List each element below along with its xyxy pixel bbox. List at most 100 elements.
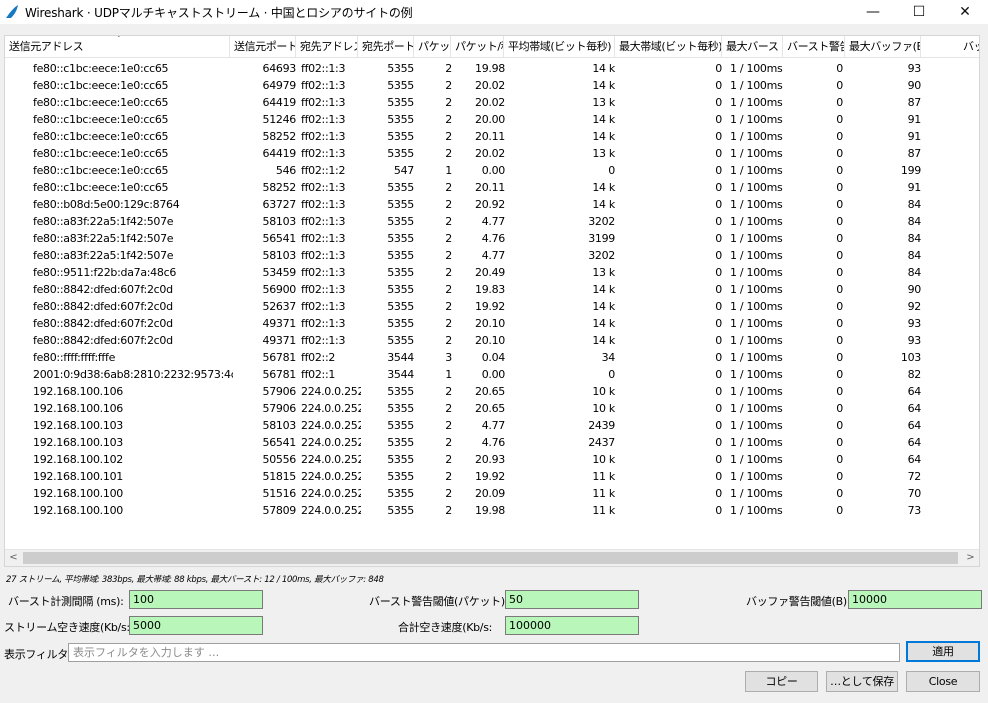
table-row[interactable]: fe80::9511:f22b:da7a:48c6 53459 ff02::1:3 5… bbox=[5, 264, 979, 281]
scrollbar-thumb[interactable] bbox=[23, 552, 958, 564]
table-row[interactable]: 192.168.100.101 51815 224.0.0.252 5355 2 19.9… bbox=[5, 468, 979, 485]
cell-packets-per-sec: 0.04 bbox=[481, 351, 505, 364]
table-row[interactable]: fe80::8842:dfed:607f:2c0d 52637 ff02::1:3 5… bbox=[5, 298, 979, 315]
cell-packets-per-sec: 4.76 bbox=[481, 436, 505, 449]
table-row[interactable]: 192.168.100.106 57906 224.0.0.252 5355 2 20.6… bbox=[5, 400, 979, 417]
cell-burst-alarms: 0 bbox=[836, 351, 843, 364]
cell-src-port: 52637 bbox=[262, 300, 297, 313]
cell-dst-port: 5355 bbox=[387, 181, 414, 194]
streams-summary: 27 ストリーム, 平均帯域: 383bps, 最大帯域: 88 kbps, 最… bbox=[6, 575, 384, 585]
cell-src-address: fe80::9511:f22b:da7a:48c6 bbox=[33, 266, 177, 279]
cell-src-port: 58252 bbox=[262, 130, 297, 143]
close-window-button[interactable]: ✕ bbox=[942, 0, 988, 24]
title-bar: Wireshark · UDPマルチキャストストリーム · 中国とロシアのサイト… bbox=[0, 0, 988, 24]
cell-max-burst: 1 / 100ms bbox=[730, 385, 783, 398]
save-as-button[interactable]: …として保存 bbox=[826, 671, 898, 692]
display-filter-input[interactable]: 表示フィルタを入力します … bbox=[68, 643, 900, 662]
streams-table[interactable]: 送信元アドレス ⌄ 送信元ポート 宛先アドレス 宛先ポート パケット パケット/… bbox=[4, 35, 980, 567]
cell-burst-alarms: 0 bbox=[836, 249, 843, 262]
cell-avg-bw: 13 k bbox=[592, 96, 615, 109]
table-row[interactable]: 192.168.100.103 56541 224.0.0.252 5355 2 4.76… bbox=[5, 434, 979, 451]
cell-src-address: fe80::c1bc:eece:1e0:cc65 bbox=[33, 113, 169, 126]
table-row[interactable]: 192.168.100.106 57906 224.0.0.252 5355 2 20.6… bbox=[5, 383, 979, 400]
cell-dst-port: 5355 bbox=[387, 334, 414, 347]
table-row[interactable]: fe80::8842:dfed:607f:2c0d 49371 ff02::1:3 5… bbox=[5, 315, 979, 332]
column-header-burst-alarms[interactable]: バースト警告 bbox=[783, 36, 845, 58]
table-row[interactable]: fe80::c1bc:eece:1e0:cc65 58252 ff02::1:3 53… bbox=[5, 128, 979, 145]
cell-packets-per-sec: 20.11 bbox=[475, 181, 505, 194]
column-header-dest-address[interactable]: 宛先アドレス bbox=[296, 36, 358, 58]
sort-chevron-icon: ⌄ bbox=[115, 35, 123, 40]
table-row[interactable]: fe80::c1bc:eece:1e0:cc65 51246 ff02::1:3 53… bbox=[5, 111, 979, 128]
cell-src-port: 64419 bbox=[262, 147, 297, 160]
maximize-button[interactable]: ☐ bbox=[896, 0, 942, 24]
column-header-max-buffer[interactable]: 最大バッファ(B) bbox=[845, 36, 921, 58]
table-row[interactable]: 192.168.100.100 57809 224.0.0.252 5355 2 19.9… bbox=[5, 502, 979, 519]
column-header-avg-bw[interactable]: 平均帯域(ビット毎秒) bbox=[504, 36, 615, 58]
cell-packets-per-sec: 4.77 bbox=[481, 215, 505, 228]
cell-src-port: 56541 bbox=[262, 232, 297, 245]
total-empty-speed-field[interactable]: 100000 bbox=[505, 616, 639, 635]
cell-burst-alarms: 0 bbox=[836, 198, 843, 211]
cell-src-port: 56781 bbox=[262, 368, 297, 381]
table-row[interactable]: fe80::8842:dfed:607f:2c0d 49371 ff02::1:3 5… bbox=[5, 332, 979, 349]
table-row[interactable]: fe80::c1bc:eece:1e0:cc65 64419 ff02::1:3 53… bbox=[5, 94, 979, 111]
cell-avg-bw: 14 k bbox=[592, 181, 615, 194]
cell-max-buffer: 84 bbox=[907, 215, 921, 228]
table-row[interactable]: fe80::ffff:ffff:fffe 56781 ff02::2 3544 3 0.0… bbox=[5, 349, 979, 366]
stream-empty-speed-field[interactable]: 5000 bbox=[129, 616, 263, 635]
table-row[interactable]: fe80::a83f:22a5:1f42:507e 56541 ff02::1:3 5… bbox=[5, 230, 979, 247]
cell-max-buffer: 90 bbox=[907, 283, 921, 296]
copy-button[interactable]: コピー bbox=[745, 671, 818, 692]
close-button[interactable]: Close bbox=[906, 671, 980, 692]
horizontal-scrollbar[interactable]: < > bbox=[5, 549, 979, 566]
cell-avg-bw: 3202 bbox=[588, 249, 615, 262]
scroll-left-icon[interactable]: < bbox=[5, 550, 22, 566]
table-row[interactable]: fe80::c1bc:eece:1e0:cc65 546 ff02::1:2 547 1… bbox=[5, 162, 979, 179]
column-header-packets-per-sec[interactable]: パケット/秒 bbox=[451, 36, 504, 58]
table-row[interactable]: fe80::c1bc:eece:1e0:cc65 64419 ff02::1:3 53… bbox=[5, 145, 979, 162]
cell-max-burst: 1 / 100ms bbox=[730, 215, 783, 228]
cell-avg-bw: 14 k bbox=[592, 62, 615, 75]
table-row[interactable]: fe80::8842:dfed:607f:2c0d 56900 ff02::1:3 5… bbox=[5, 281, 979, 298]
cell-burst-alarms: 0 bbox=[836, 402, 843, 415]
minimize-button[interactable]: — bbox=[850, 0, 896, 24]
column-header-packets[interactable]: パケット bbox=[414, 36, 451, 58]
cell-packets-per-sec: 19.92 bbox=[475, 300, 505, 313]
table-row[interactable]: fe80::c1bc:eece:1e0:cc65 64693 ff02::1:3 53… bbox=[5, 60, 979, 77]
cell-dst-address: ff02::1:3 bbox=[301, 198, 346, 211]
cell-dst-port: 5355 bbox=[387, 470, 414, 483]
column-header-source-port[interactable]: 送信元ポート bbox=[230, 36, 296, 58]
cell-dst-port: 5355 bbox=[387, 504, 414, 517]
column-header-max-bw[interactable]: 最大帯域(ビット毎秒) bbox=[615, 36, 722, 58]
cell-src-port: 64693 bbox=[262, 62, 297, 75]
table-row[interactable]: fe80::c1bc:eece:1e0:cc65 58252 ff02::1:3 53… bbox=[5, 179, 979, 196]
cell-max-bw: 0 bbox=[715, 385, 722, 398]
cell-dst-port: 5355 bbox=[387, 487, 414, 500]
cell-packets-per-sec: 20.65 bbox=[475, 385, 505, 398]
table-row[interactable]: fe80::a83f:22a5:1f42:507e 58103 ff02::1:3 5… bbox=[5, 213, 979, 230]
buffer-alarm-field[interactable]: 10000 bbox=[848, 590, 982, 609]
scroll-right-icon[interactable]: > bbox=[962, 550, 979, 566]
table-row[interactable]: 192.168.100.103 58103 224.0.0.252 5355 2 4.77… bbox=[5, 417, 979, 434]
apply-filter-button[interactable]: 適用 bbox=[906, 641, 980, 662]
cell-max-bw: 0 bbox=[715, 147, 722, 160]
column-header-buffer-alarms[interactable]: バッフ bbox=[959, 36, 979, 58]
table-row[interactable]: 2001:0:9d38:6ab8:2810:2232:9573:4ce7 5678… bbox=[5, 366, 979, 383]
table-row[interactable]: fe80::a83f:22a5:1f42:507e 58103 ff02::1:3 5… bbox=[5, 247, 979, 264]
cell-packets-per-sec: 20.49 bbox=[475, 266, 505, 279]
burst-alarm-field[interactable]: 50 bbox=[505, 590, 639, 609]
column-header-dest-port[interactable]: 宛先ポート bbox=[358, 36, 414, 58]
cell-max-bw: 0 bbox=[715, 436, 722, 449]
column-header-max-burst[interactable]: 最大バースト bbox=[722, 36, 783, 58]
cell-src-port: 58252 bbox=[262, 181, 297, 194]
cell-packets-per-sec: 20.10 bbox=[475, 317, 505, 330]
cell-max-buffer: 84 bbox=[907, 266, 921, 279]
cell-src-address: fe80::8842:dfed:607f:2c0d bbox=[33, 300, 173, 313]
table-row[interactable]: 192.168.100.102 50556 224.0.0.252 5355 2 20.9… bbox=[5, 451, 979, 468]
table-row[interactable]: 192.168.100.100 51516 224.0.0.252 5355 2 20.0… bbox=[5, 485, 979, 502]
table-row[interactable]: fe80::b08d:5e00:129c:8764 63727 ff02::1:3 5… bbox=[5, 196, 979, 213]
table-row[interactable]: fe80::c1bc:eece:1e0:cc65 64979 ff02::1:3 53… bbox=[5, 77, 979, 94]
cell-max-buffer: 93 bbox=[907, 317, 921, 330]
burst-interval-field[interactable]: 100 bbox=[129, 590, 263, 609]
